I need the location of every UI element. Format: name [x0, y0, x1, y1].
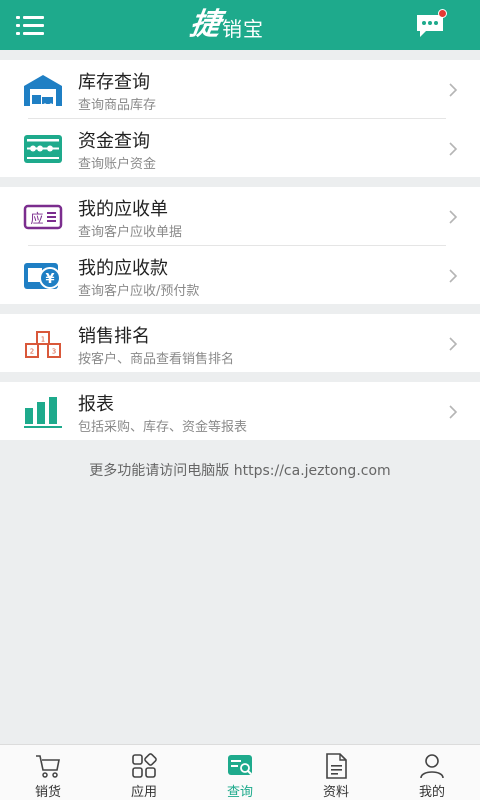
- warehouse-icon: [24, 75, 62, 107]
- menu-item-title: 报表: [78, 394, 114, 415]
- chevron-right-icon: [449, 142, 458, 156]
- ranking-podium-icon: 1 2 3: [25, 331, 61, 358]
- search-doc-icon: [228, 755, 252, 775]
- app-header: 捷 销宝: [0, 0, 480, 50]
- menu-item-my-receivable-docs[interactable]: 应 我的应收单 查询客户应收单据: [0, 187, 480, 245]
- menu-item-title: 我的应收单: [78, 199, 168, 220]
- apps-icon: [132, 753, 157, 778]
- menu-item-subtitle: 查询商品库存: [78, 98, 157, 113]
- bottom-tab-bar: 销货 应用 查询 资料 我的: [0, 744, 480, 800]
- tab-data[interactable]: 资料: [288, 745, 384, 800]
- app-logo: 捷 销宝: [187, 7, 264, 42]
- svg-text:2: 2: [30, 348, 34, 356]
- menu-item-title: 销售排名: [78, 326, 150, 347]
- cart-icon: [36, 755, 60, 778]
- menu-item-funds-query[interactable]: 资金查询 查询账户资金: [0, 119, 480, 177]
- svg-text:应: 应: [30, 211, 43, 227]
- menu-icon[interactable]: [16, 16, 44, 36]
- tab-label: 资料: [322, 785, 349, 800]
- wallet-icon: ¥: [24, 263, 61, 289]
- menu-group-reports: 报表 包括采购、库存、资金等报表: [0, 382, 480, 440]
- chevron-right-icon: [449, 269, 458, 283]
- menu-item-title: 资金查询: [78, 131, 150, 152]
- menu-group-stock-funds: 库存查询 查询商品库存 资金查询 查询账户资金: [0, 60, 480, 177]
- tab-sales[interactable]: 销货: [0, 745, 96, 800]
- menu-item-subtitle: 查询客户应收/预付款: [78, 284, 200, 299]
- svg-text:¥: ¥: [45, 272, 54, 287]
- tab-apps[interactable]: 应用: [96, 745, 192, 800]
- menu-item-subtitle: 查询账户资金: [78, 157, 157, 172]
- menu-group-receivables: 应 我的应收单 查询客户应收单据 ¥ 我的应收款 查询客户应收/预付款: [0, 187, 480, 304]
- chevron-right-icon: [449, 405, 458, 419]
- tab-label: 销货: [34, 785, 61, 800]
- tab-label: 查询: [226, 785, 253, 800]
- menu-item-subtitle: 按客户、商品查看销售排名: [78, 352, 235, 367]
- document-icon: [326, 753, 347, 779]
- chevron-right-icon: [449, 83, 458, 97]
- notification-badge: [438, 9, 447, 18]
- logo-text: 销宝: [222, 17, 264, 41]
- tab-label: 我的: [418, 785, 445, 800]
- receivable-doc-icon: 应: [23, 204, 63, 230]
- abacus-icon: [24, 135, 62, 163]
- menu-item-my-receivables[interactable]: ¥ 我的应收款 查询客户应收/预付款: [0, 246, 480, 304]
- user-icon: [420, 754, 444, 779]
- chevron-right-icon: [449, 210, 458, 224]
- menu-item-stock-query[interactable]: 库存查询 查询商品库存: [0, 60, 480, 118]
- menu-item-subtitle: 包括采购、库存、资金等报表: [78, 420, 248, 435]
- svg-text:3: 3: [52, 348, 56, 356]
- chevron-right-icon: [449, 337, 458, 351]
- menu-item-title: 库存查询: [78, 72, 150, 93]
- tab-mine[interactable]: 我的: [384, 745, 480, 800]
- logo-mark: 捷: [187, 7, 223, 42]
- desktop-version-hint: 更多功能请访问电脑版 https://ca.jeztong.com: [89, 463, 391, 479]
- tab-query[interactable]: 查询: [192, 745, 288, 800]
- menu-item-reports[interactable]: 报表 包括采购、库存、资金等报表: [0, 382, 480, 440]
- menu-group-ranking: 1 2 3 销售排名 按客户、商品查看销售排名: [0, 314, 480, 372]
- menu-item-title: 我的应收款: [78, 258, 168, 279]
- menu-item-subtitle: 查询客户应收单据: [78, 225, 183, 240]
- svg-text:1: 1: [41, 336, 45, 344]
- menu-item-sales-ranking[interactable]: 1 2 3 销售排名 按客户、商品查看销售排名: [0, 314, 480, 372]
- bar-chart-icon: [24, 397, 62, 428]
- tab-label: 应用: [130, 785, 157, 800]
